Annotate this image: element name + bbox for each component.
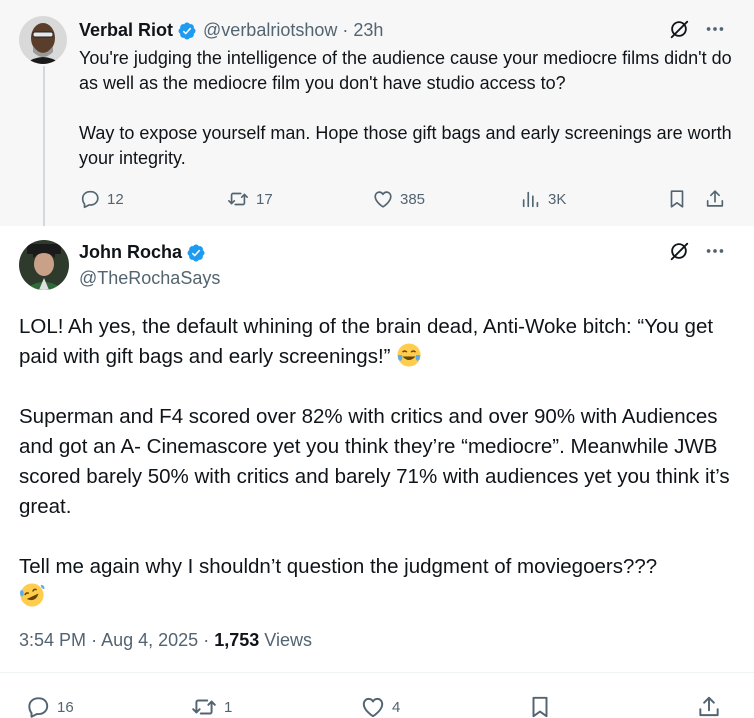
handle[interactable]: @verbalriotshow xyxy=(203,20,337,41)
repost-count: 17 xyxy=(256,190,273,208)
reply-button[interactable]: 12 xyxy=(79,188,124,210)
views-icon xyxy=(522,191,539,208)
repost-button[interactable]: 17 xyxy=(226,188,273,210)
tweet-meta: 3:54 PM · Aug 4, 2025 · 1,753 Views xyxy=(19,630,312,651)
like-icon xyxy=(374,191,392,208)
share-icon[interactable] xyxy=(704,188,726,210)
bookmark-icon[interactable] xyxy=(527,694,553,718)
display-name[interactable]: Verbal Riot xyxy=(79,20,173,41)
more-icon[interactable] xyxy=(704,240,726,262)
tweet-header: John Rocha xyxy=(79,242,212,263)
repost-button[interactable]: 1 xyxy=(190,694,232,718)
repost-icon xyxy=(192,699,216,715)
views-button[interactable]: 3K xyxy=(520,188,566,210)
timestamp[interactable]: 23h xyxy=(353,20,383,41)
grok-icon[interactable] xyxy=(668,18,690,40)
reply-button[interactable]: 16 xyxy=(25,694,74,718)
tweet-paragraph-text: Tell me again why I shouldn’t question t… xyxy=(19,555,658,578)
separator: · xyxy=(342,20,349,40)
verified-badge-icon xyxy=(178,22,196,39)
more-icon[interactable] xyxy=(704,18,726,40)
views-count: 1,753 xyxy=(214,630,260,650)
like-count: 4 xyxy=(392,698,401,716)
tweet-paragraph: Way to expose yourself man. Hope those g… xyxy=(79,123,732,168)
reply-icon xyxy=(81,190,99,209)
like-count: 385 xyxy=(400,190,426,208)
tears-of-joy-emoji-icon xyxy=(397,343,421,367)
like-button[interactable]: 4 xyxy=(360,694,400,718)
views-count: 3K xyxy=(548,190,567,208)
grok-icon[interactable] xyxy=(668,240,690,262)
tweet-top-actions xyxy=(668,18,726,40)
tweet-paragraph: You're judging the intelligence of the a… xyxy=(79,48,732,93)
like-icon xyxy=(362,697,384,718)
repost-icon xyxy=(228,192,248,206)
separator: · xyxy=(203,630,210,650)
tweet-header: Verbal Riot @verbalriotshow · 23h xyxy=(79,20,383,41)
tweet-paragraph-text: LOL! Ah yes, the default whining of the … xyxy=(19,315,714,368)
verified-badge-icon xyxy=(187,244,205,261)
thread-line xyxy=(43,66,45,226)
rolling-laughing-emoji-icon xyxy=(20,583,45,607)
views-label: Views xyxy=(264,630,312,650)
separator: · xyxy=(91,630,98,650)
avatar[interactable] xyxy=(19,16,67,64)
tweet-paragraph: Tell me again why I shouldn’t question t… xyxy=(19,552,739,612)
tweet-text: You're judging the intelligence of the a… xyxy=(79,46,739,171)
repost-count: 1 xyxy=(224,698,233,716)
avatar[interactable] xyxy=(19,240,69,290)
handle[interactable]: @TheRochaSays xyxy=(79,268,220,289)
tweet-paragraph: Superman and F4 scored over 82% with cri… xyxy=(19,405,730,518)
post-date[interactable]: Aug 4, 2025 xyxy=(101,630,198,650)
bookmark-icon[interactable] xyxy=(666,188,688,210)
tweet-text: LOL! Ah yes, the default whining of the … xyxy=(19,312,739,612)
post-time[interactable]: 3:54 PM xyxy=(19,630,86,650)
parent-tweet[interactable]: Verbal Riot @verbalriotshow · 23h You're… xyxy=(0,0,754,226)
reply-count: 12 xyxy=(107,190,124,208)
tweet-paragraph: LOL! Ah yes, the default whining of the … xyxy=(19,312,739,372)
share-icon[interactable] xyxy=(696,694,722,718)
reply-icon xyxy=(28,697,49,718)
divider xyxy=(0,672,754,673)
display-name[interactable]: John Rocha xyxy=(79,242,182,263)
tweet-top-actions xyxy=(668,240,726,262)
reply-count: 16 xyxy=(57,698,74,716)
like-button[interactable]: 385 xyxy=(372,188,425,210)
